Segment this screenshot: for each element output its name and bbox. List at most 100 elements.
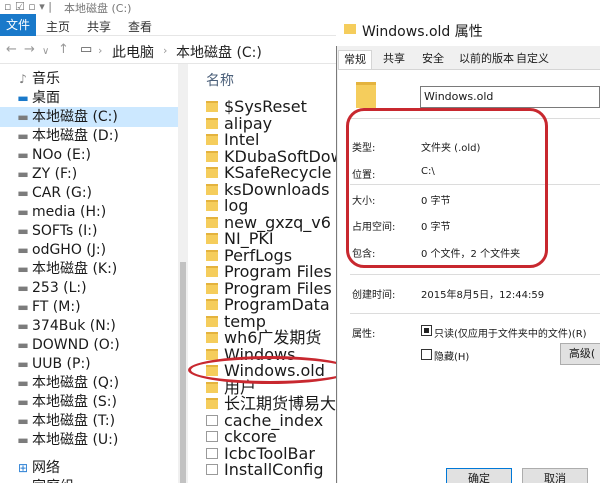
ribbon-tab-view[interactable]: 查看 [128, 18, 152, 35]
nav-item[interactable]: ▬ NOo (E:) [0, 145, 178, 165]
file-name: temp [224, 311, 266, 331]
nav-item[interactable]: ▬ CAR (G:) [0, 183, 178, 203]
nav-item[interactable]: ▬ ZY (F:) [0, 164, 178, 184]
computer-icon: ▭ [80, 42, 93, 57]
nav-item-label: 音乐 [32, 71, 60, 87]
folder-icon [206, 348, 218, 360]
nav-item[interactable]: ▬ 桌面 [0, 88, 178, 108]
breadcrumb-current-drive[interactable]: 本地磁盘 (C:) [176, 42, 262, 62]
nav-item-label: FT (M:) [32, 299, 81, 315]
nav-item[interactable]: ▬ 本地磁盘 (C:) [0, 107, 178, 127]
up-icon[interactable]: ↑ [58, 42, 69, 57]
folder-icon [206, 134, 218, 145]
file-icon [206, 431, 218, 442]
readonly-checkbox[interactable] [421, 325, 432, 336]
cancel-button[interactable]: 取消 [522, 468, 588, 483]
drive-icon: ▬ [17, 319, 29, 333]
column-header-name[interactable]: 名称 [206, 70, 234, 90]
highlight-circle-windows-old [188, 356, 352, 384]
file-name: wh6广发期货 [224, 328, 322, 347]
drive-icon: ▬ [17, 281, 29, 295]
chevron-right-icon[interactable]: › [98, 44, 102, 57]
nav-item-label: media (H:) [32, 204, 107, 220]
nav-item-label: CAR (G:) [32, 185, 93, 201]
folder-icon [206, 299, 218, 310]
nav-item[interactable]: ▬ odGHO (J:) [0, 240, 178, 260]
nav-item[interactable]: ▬ 253 (L:) [0, 278, 178, 298]
chevron-right-icon[interactable]: › [163, 44, 167, 57]
nav-item-label: 374Buk (N:) [32, 318, 116, 334]
nav-item-label: SOFTs (I:) [32, 223, 98, 239]
desktop-icon: ▬ [17, 91, 29, 105]
hidden-checkbox[interactable] [421, 349, 432, 360]
tab-general[interactable]: 常规 [338, 50, 372, 70]
drive-icon: ▬ [17, 224, 29, 238]
nav-item[interactable]: ▬ 本地磁盘 (K:) [0, 259, 178, 279]
nav-item[interactable]: ▬ 本地磁盘 (D:) [0, 126, 178, 146]
folder-icon [206, 150, 218, 162]
file-name: alipay [224, 113, 273, 133]
ribbon-tab-home[interactable]: 主页 [46, 18, 70, 35]
file-name: log [224, 196, 249, 215]
file-name: Intel [224, 130, 260, 149]
tab-customize[interactable]: 自定义 [511, 50, 554, 68]
nav-item[interactable]: ▬ 本地磁盘 (T:) [0, 411, 178, 431]
file-name: ckcore [224, 427, 277, 446]
nav-item-label: 本地磁盘 (S:) [32, 394, 117, 410]
nav-item-label: odGHO (J:) [32, 242, 107, 258]
recent-dropdown-icon[interactable]: ∨ [42, 46, 49, 57]
nav-item-label: 本地磁盘 (K:) [32, 261, 118, 277]
tab-sharing[interactable]: 共享 [378, 50, 410, 68]
nav-item-label: DOWND (O:) [32, 337, 120, 353]
forward-icon[interactable]: → [24, 42, 35, 57]
tab-security[interactable]: 安全 [417, 50, 449, 68]
nav-item-label: UUB (P:) [32, 356, 91, 372]
back-icon[interactable]: ← [6, 42, 17, 57]
tab-previous-versions[interactable]: 以前的版本 [454, 50, 519, 68]
nav-scrollbar-thumb[interactable] [180, 262, 186, 483]
nav-item-label: 网络 [32, 460, 60, 476]
file-name: 长江期货博易大师 [224, 394, 353, 413]
breadcrumb-this-pc[interactable]: 此电脑 [112, 42, 154, 62]
nav-item-label: 本地磁盘 (Q:) [32, 375, 120, 391]
nav-item[interactable]: ▬ 374Buk (N:) [0, 316, 178, 336]
nav-item[interactable]: ▬ DOWND (O:) [0, 335, 178, 355]
nav-item[interactable]: ⊞ 网络 [0, 458, 178, 478]
nav-item-label: 桌面 [32, 90, 60, 106]
drive-icon: ▬ [17, 338, 29, 352]
folder-icon [206, 398, 218, 409]
folder-icon [206, 200, 218, 211]
folder-icon [206, 117, 218, 129]
screen: ▫ ☑ ▫ ▾ | 本地磁盘 (C:) 文件 主页 共享 查看 ← → ∨ ↑ … [0, 0, 600, 483]
nav-item[interactable]: ▬ FT (M:) [0, 297, 178, 317]
nav-item[interactable]: ▬ 本地磁盘 (U:) [0, 430, 178, 450]
folder-icon [206, 249, 218, 261]
music-icon: ♪ [19, 72, 27, 86]
ribbon-tab-file[interactable]: 文件 [0, 14, 36, 36]
file-icon [206, 447, 218, 459]
quick-access-icons[interactable]: ▫ ☑ ▫ ▾ | [4, 0, 52, 13]
drive-icon: ▬ [17, 433, 29, 447]
nav-item-label: 本地磁盘 (U:) [32, 432, 119, 448]
folder-icon [206, 266, 218, 277]
nav-item-label: 本地磁盘 (T:) [32, 413, 116, 429]
nav-item[interactable]: ▬ UUB (P:) [0, 354, 178, 374]
homegroup-icon: ⌂ [16, 477, 30, 483]
nav-item[interactable]: ▬ SOFTs (I:) [0, 221, 178, 241]
nav-item[interactable]: ⌂家庭组 [0, 477, 178, 483]
file-name: KSafeRecycle [224, 163, 332, 182]
ok-button[interactable]: 确定 [446, 468, 512, 483]
folder-name-field[interactable]: Windows.old [420, 86, 600, 108]
attributes-label: 属性: [352, 329, 376, 340]
nav-item[interactable]: ♪ 音乐 [0, 69, 178, 89]
file-name: ProgramData [224, 295, 330, 314]
drive-icon: ▬ [17, 395, 29, 409]
ribbon-tab-share[interactable]: 共享 [87, 18, 111, 35]
nav-item[interactable]: ▬ media (H:) [0, 202, 178, 222]
file-name: new_gxzq_v6 [224, 212, 331, 232]
nav-item[interactable]: ▬ 本地磁盘 (S:) [0, 392, 178, 412]
nav-item[interactable]: ▬ 本地磁盘 (Q:) [0, 373, 178, 393]
divider [350, 274, 600, 275]
advanced-button[interactable]: 高级( [560, 343, 600, 365]
divider [350, 313, 600, 314]
